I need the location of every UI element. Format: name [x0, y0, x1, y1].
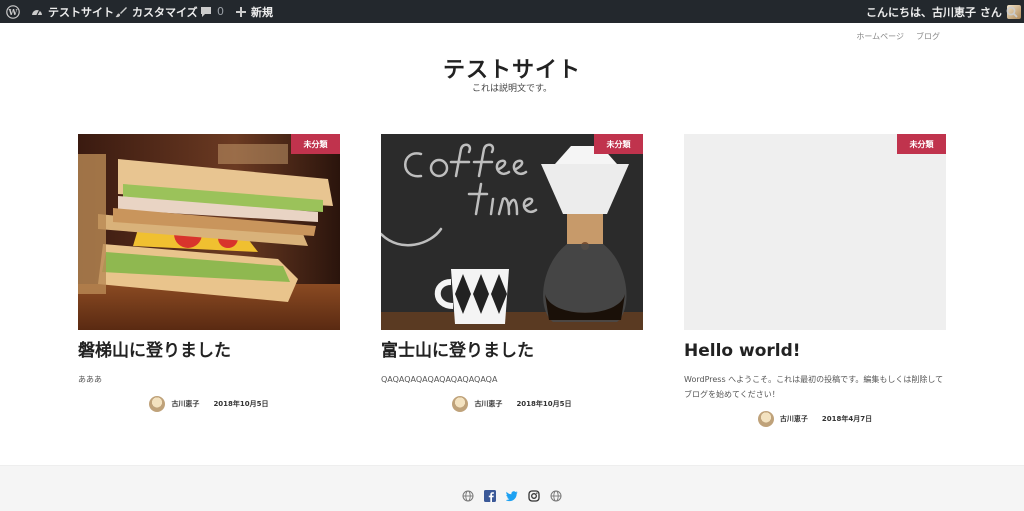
post-author[interactable]: 古川恵子: [780, 414, 808, 424]
post-card: 未分類 Hello world! WordPress へようこそ。これは最初の投…: [684, 134, 946, 427]
twitter-icon[interactable]: [505, 487, 518, 502]
post-thumbnail-placeholder[interactable]: 未分類: [684, 134, 946, 330]
globe-icon[interactable]: [550, 487, 562, 502]
author-avatar: [149, 396, 166, 412]
globe-icon[interactable]: [462, 487, 474, 502]
post-title[interactable]: 磐梯山に登りました: [78, 339, 340, 363]
post-meta: 古川恵子 2018年10月5日: [381, 396, 643, 412]
admin-bar: W テストサイト カスタマイズ 0 新規 こんにちは、古川恵子 さん: [0, 0, 1024, 23]
post-title[interactable]: 富士山に登りました: [381, 339, 643, 363]
post-thumbnail[interactable]: 未分類: [381, 134, 643, 330]
post-excerpt: WordPress へようこそ。これは最初の投稿です。編集もしくは削除してブログ…: [684, 375, 944, 399]
post-author[interactable]: 古川恵子: [171, 399, 199, 409]
post-card: 未分類 富士山に登りました QAQAQAQAQAQAQAQAQAQA 古川恵子 …: [381, 134, 643, 412]
social-links: [462, 487, 562, 502]
brush-icon: [115, 6, 127, 17]
site-title[interactable]: テストサイト: [0, 52, 1024, 84]
search-icon: [1006, 6, 1018, 18]
admin-comments-link[interactable]: 0: [200, 0, 224, 23]
category-badge[interactable]: 未分類: [291, 134, 340, 154]
post-date[interactable]: 2018年10月5日: [213, 399, 268, 409]
sandwich-image: [78, 134, 340, 330]
nav-item-blog[interactable]: ブログ: [916, 31, 940, 42]
admin-new-label: 新規: [251, 5, 273, 19]
facebook-icon[interactable]: [484, 487, 496, 502]
admin-customize-label: カスタマイズ: [132, 5, 198, 19]
post-title[interactable]: Hello world!: [684, 339, 946, 363]
comment-icon: [201, 6, 211, 17]
site-footer: [0, 465, 1024, 511]
post-card: 未分類 磐梯山に登りました あああ 古川恵子 2018年10月5日: [78, 134, 340, 412]
category-badge[interactable]: 未分類: [897, 134, 946, 154]
nav-item-home[interactable]: ホームページ: [856, 31, 904, 42]
admin-account-menu[interactable]: こんにちは、古川恵子 さん: [866, 0, 1021, 23]
plus-icon: [236, 6, 246, 17]
post-thumbnail[interactable]: 未分類: [78, 134, 340, 330]
post-excerpt: あああ: [78, 375, 102, 384]
comments-count: 0: [217, 5, 224, 18]
post-author[interactable]: 古川恵子: [474, 399, 502, 409]
dashboard-icon: [32, 9, 42, 15]
author-avatar: [757, 411, 774, 427]
admin-greeting: こんにちは、古川恵子 さん: [866, 5, 1002, 19]
admin-new-link[interactable]: 新規: [236, 0, 273, 23]
svg-text:W: W: [8, 7, 19, 17]
instagram-icon[interactable]: [528, 487, 540, 502]
post-date[interactable]: 2018年10月5日: [516, 399, 571, 409]
author-avatar: [452, 396, 469, 412]
post-date[interactable]: 2018年4月7日: [822, 414, 872, 424]
coffee-image: [381, 134, 643, 330]
category-badge[interactable]: 未分類: [594, 134, 643, 154]
post-meta: 古川恵子 2018年10月5日: [78, 396, 340, 412]
post-excerpt: QAQAQAQAQAQAQAQAQAQA: [381, 375, 498, 384]
admin-search-button[interactable]: [1006, 0, 1018, 23]
primary-nav: ホームページ ブログ: [856, 31, 940, 42]
post-meta: 古川恵子 2018年4月7日: [684, 411, 946, 427]
wordpress-logo-icon[interactable]: W: [6, 0, 20, 23]
admin-customize-link[interactable]: カスタマイズ: [115, 0, 198, 23]
admin-site-label: テストサイト: [48, 5, 114, 19]
admin-site-link[interactable]: テストサイト: [31, 0, 114, 23]
site-description: これは説明文です。: [471, 84, 553, 94]
